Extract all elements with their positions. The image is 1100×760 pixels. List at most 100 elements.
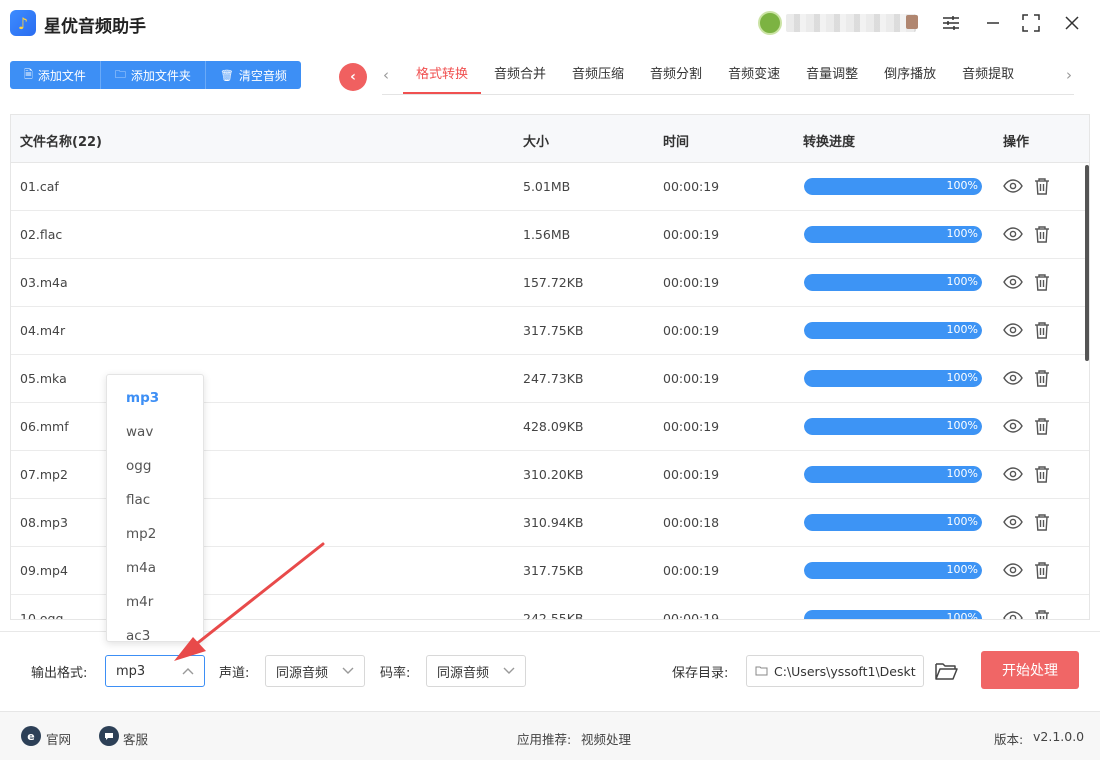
chat-support-icon[interactable]: [99, 726, 119, 746]
delete-trash-icon[interactable]: [1031, 511, 1053, 533]
preview-eye-icon[interactable]: [1002, 223, 1024, 245]
preview-eye-icon[interactable]: [1002, 559, 1024, 581]
folder-icon: 🗀: [114, 67, 126, 81]
delete-trash-icon[interactable]: [1031, 559, 1053, 581]
convert-progress-bar: 100%: [804, 562, 982, 579]
format-option-mp2[interactable]: mp2: [107, 517, 203, 551]
back-arrow-icon[interactable]: ‹: [339, 63, 367, 91]
file-size-cell: 157.72KB: [523, 275, 584, 290]
close-icon[interactable]: [1061, 12, 1083, 34]
file-time-cell: 00:00:19: [663, 563, 720, 578]
title-bar: ♪ 星优音频助手: [0, 0, 1100, 48]
delete-trash-icon[interactable]: [1031, 271, 1053, 293]
preview-eye-icon[interactable]: [1002, 607, 1024, 619]
file-name-cell: 04.m4r: [20, 323, 66, 338]
progress-text: 100%: [946, 419, 978, 432]
tab-audio-extract[interactable]: 音频提取: [949, 58, 1027, 94]
preview-eye-icon[interactable]: [1002, 463, 1024, 485]
save-dir-label: 保存目录:: [672, 666, 729, 681]
start-process-button[interactable]: 开始处理: [981, 651, 1079, 689]
support-link[interactable]: 客服: [123, 729, 148, 748]
chevron-down-icon: [503, 665, 515, 678]
tabs-scroll-right-icon[interactable]: ›: [1066, 66, 1072, 84]
format-option-mp3[interactable]: mp3: [107, 381, 203, 415]
file-time-cell: 00:00:19: [663, 371, 720, 386]
file-name-cell: 08.mp3: [20, 515, 68, 530]
preview-eye-icon[interactable]: [1002, 367, 1024, 389]
save-path-input[interactable]: C:\Users\yssoft1\Deskt: [746, 655, 924, 687]
file-time-cell: 00:00:19: [663, 467, 720, 482]
file-size-cell: 242.55KB: [523, 611, 584, 620]
website-icon[interactable]: e: [21, 726, 41, 746]
tab-volume-adjust[interactable]: 音量调整: [793, 58, 871, 94]
tabs-scroll-left-icon[interactable]: ‹: [383, 66, 389, 84]
delete-trash-icon[interactable]: [1031, 175, 1053, 197]
file-time-cell: 00:00:19: [663, 323, 720, 338]
file-name-cell: 09.mp4: [20, 563, 68, 578]
chevron-up-icon: [182, 665, 194, 678]
tab-audio-compress[interactable]: 音频压缩: [559, 58, 637, 94]
preview-eye-icon[interactable]: [1002, 511, 1024, 533]
user-avatar[interactable]: [758, 11, 782, 35]
progress-text: 100%: [946, 467, 978, 480]
maximize-icon[interactable]: [1020, 12, 1042, 34]
preview-eye-icon[interactable]: [1002, 319, 1024, 341]
save-path-value: C:\Users\yssoft1\Deskt: [774, 663, 916, 679]
progress-text: 100%: [946, 371, 978, 384]
output-format-select[interactable]: mp3: [105, 655, 205, 687]
table-row[interactable]: 01.caf 5.01MB 00:00:19 100%: [11, 163, 1089, 211]
recommend-video-link[interactable]: 视频处理: [581, 729, 631, 748]
format-option-ogg[interactable]: ogg: [107, 449, 203, 483]
file-button-group: 🗎 添加文件 🗀 添加文件夹 🗑 清空音频: [10, 61, 301, 89]
channel-select[interactable]: 同源音频: [265, 655, 365, 687]
delete-trash-icon[interactable]: [1031, 367, 1053, 389]
progress-text: 100%: [946, 275, 978, 288]
add-file-button[interactable]: 🗎 添加文件: [10, 61, 101, 89]
format-option-ac3[interactable]: ac3: [107, 619, 203, 641]
delete-trash-icon[interactable]: [1031, 319, 1053, 341]
delete-trash-icon[interactable]: [1031, 607, 1053, 619]
delete-trash-icon[interactable]: [1031, 415, 1053, 437]
open-folder-icon[interactable]: [934, 660, 958, 682]
minimize-icon[interactable]: [982, 12, 1004, 34]
preview-eye-icon[interactable]: [1002, 271, 1024, 293]
channel-label: 声道:: [219, 666, 250, 681]
file-size-cell: 310.94KB: [523, 515, 584, 530]
table-row[interactable]: 03.m4a 157.72KB 00:00:19 100%: [11, 259, 1089, 307]
bitrate-label: 码率:: [380, 666, 411, 681]
preview-eye-icon[interactable]: [1002, 415, 1024, 437]
delete-trash-icon[interactable]: [1031, 463, 1053, 485]
file-name-cell: 05.mka: [20, 371, 67, 386]
tab-reverse-play[interactable]: 倒序播放: [871, 58, 949, 94]
file-name-cell: 01.caf: [20, 179, 59, 194]
format-option-wav[interactable]: wav: [107, 415, 203, 449]
tab-audio-merge[interactable]: 音频合并: [481, 58, 559, 94]
format-option-m4a[interactable]: m4a: [107, 551, 203, 585]
table-row[interactable]: 02.flac 1.56MB 00:00:19 100%: [11, 211, 1089, 259]
format-option-m4r[interactable]: m4r: [107, 585, 203, 619]
progress-text: 100%: [946, 227, 978, 240]
file-icon: 🗎: [24, 67, 33, 81]
format-option-flac[interactable]: flac: [107, 483, 203, 517]
table-scrollbar[interactable]: [1085, 165, 1089, 361]
clear-audio-button[interactable]: 🗑 清空音频: [205, 61, 301, 89]
clear-audio-label: 清空音频: [238, 68, 287, 83]
preview-eye-icon[interactable]: [1002, 175, 1024, 197]
add-folder-button[interactable]: 🗀 添加文件夹: [100, 61, 206, 89]
app-logo-icon: ♪: [10, 10, 36, 36]
version-value: v2.1.0.0: [1033, 729, 1085, 744]
file-size-cell: 5.01MB: [523, 179, 571, 194]
table-row[interactable]: 04.m4r 317.75KB 00:00:19 100%: [11, 307, 1089, 355]
settings-sliders-icon[interactable]: [940, 12, 962, 34]
add-folder-label: 添加文件夹: [130, 68, 191, 83]
bitrate-select[interactable]: 同源音频: [426, 655, 526, 687]
delete-trash-icon[interactable]: [1031, 223, 1053, 245]
channel-value: 同源音频: [276, 665, 329, 681]
tab-audio-speed[interactable]: 音频变速: [715, 58, 793, 94]
tab-format-convert[interactable]: 格式转换: [403, 58, 482, 94]
header-time: 时间: [663, 135, 690, 150]
tab-audio-split[interactable]: 音频分割: [637, 58, 715, 94]
website-link[interactable]: 官网: [46, 729, 71, 748]
recommend-label: 应用推荐:: [517, 732, 572, 747]
progress-text: 100%: [946, 515, 978, 528]
